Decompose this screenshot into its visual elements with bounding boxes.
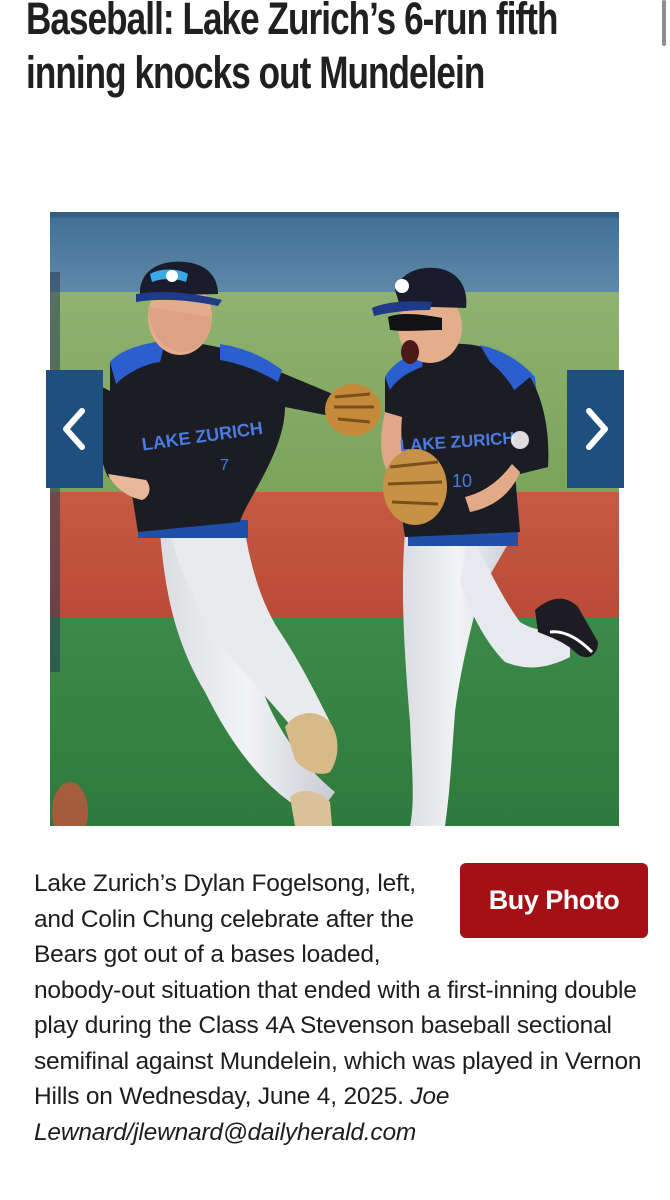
glove-left (325, 384, 381, 436)
photo-caption: Buy Photo Lake Zurich’s Dylan Fogelsong,… (34, 863, 648, 1150)
buy-photo-button[interactable]: Buy Photo (460, 863, 648, 938)
photo-image: LAKE ZURICH 7 LAKE ZURICH 10 (50, 212, 619, 826)
gallery-photo[interactable]: LAKE ZURICH 7 LAKE ZURICH 10 (50, 212, 619, 826)
scrollbar[interactable] (662, 0, 666, 46)
glove-right (383, 449, 447, 525)
chevron-right-icon (585, 408, 608, 450)
gallery-prev-button[interactable] (46, 370, 103, 488)
gallery-next-button[interactable] (567, 370, 624, 488)
svg-text:7: 7 (220, 457, 229, 474)
svg-text:10: 10 (452, 471, 472, 491)
chevron-left-icon (62, 408, 85, 450)
article-headline: Baseball: Lake Zurich’s 6-run fifth inni… (26, 0, 558, 98)
